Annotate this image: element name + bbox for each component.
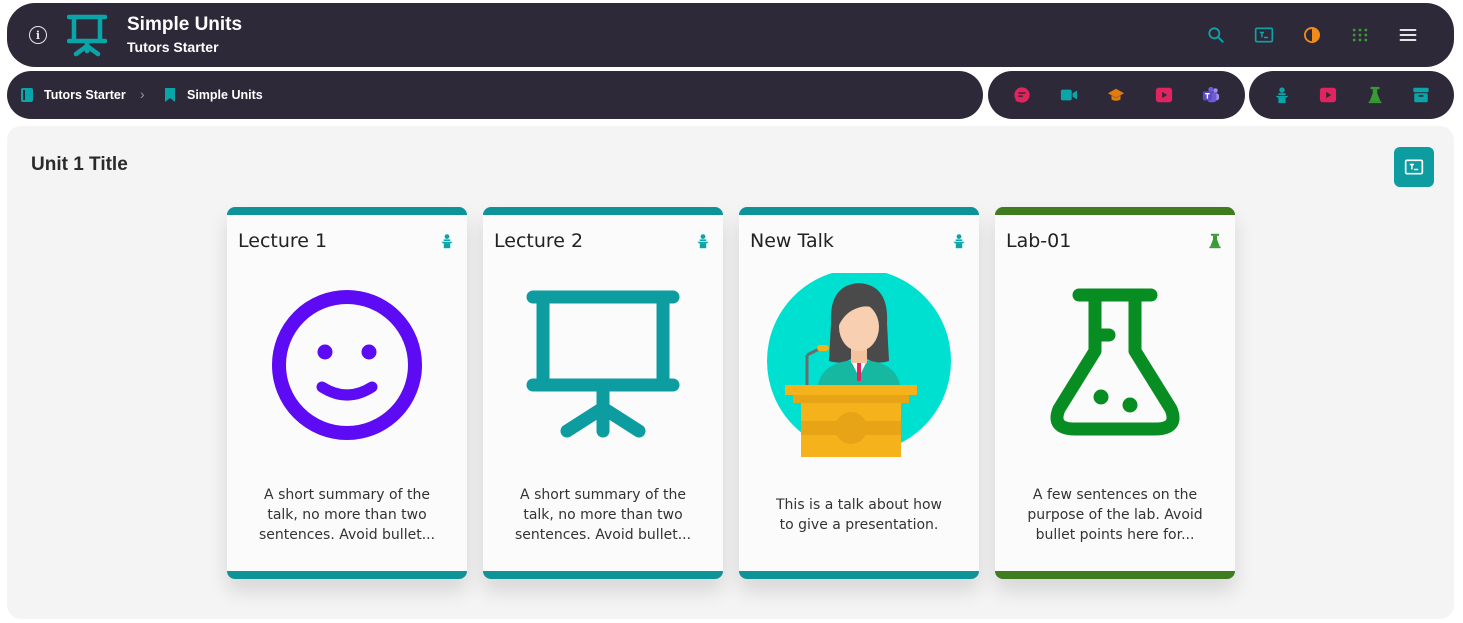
- info-icon[interactable]: i: [29, 26, 47, 44]
- menu-icon[interactable]: [1384, 23, 1432, 47]
- tutors-icon[interactable]: [1240, 23, 1288, 47]
- breadcrumb-label: Simple Units: [187, 88, 263, 102]
- unit-tutors-button[interactable]: [1394, 147, 1434, 187]
- flask-icon: [1015, 273, 1215, 469]
- talk-icon: [953, 234, 965, 249]
- lab-icon: [1209, 233, 1221, 249]
- breadcrumb-separator: ›: [140, 86, 145, 102]
- breadcrumb-item-course[interactable]: Tutors Starter: [19, 71, 126, 119]
- app-subtitle: Tutors Starter: [127, 39, 219, 55]
- teams-icon[interactable]: [1193, 77, 1229, 113]
- video-icon[interactable]: [1051, 77, 1087, 113]
- card-title: Lab-01: [1006, 230, 1072, 252]
- youtube-icon[interactable]: [1146, 77, 1182, 113]
- card-lab-01[interactable]: Lab-01 A few sentences on the purpose of…: [995, 207, 1235, 579]
- card-title: New Talk: [750, 230, 834, 252]
- breadcrumb-label: Tutors Starter: [44, 88, 126, 102]
- card-lecture-1[interactable]: Lecture 1 A short summary of the talk, n…: [227, 207, 467, 579]
- card-description: A few sentences on the purpose of the la…: [1027, 487, 1203, 543]
- app-title: Simple Units: [127, 14, 243, 35]
- smiley-icon: [247, 273, 447, 469]
- tutors-icon: [1404, 159, 1424, 175]
- card-description: A short summary of the talk, no more tha…: [258, 487, 436, 543]
- archive-icon[interactable]: [1403, 77, 1439, 113]
- book-icon: [21, 88, 33, 102]
- search-icon[interactable]: [1192, 23, 1240, 47]
- card-title: Lecture 2: [494, 230, 584, 252]
- speaker-illustration: [759, 273, 959, 469]
- videos-icon[interactable]: [1310, 77, 1346, 113]
- labs-icon[interactable]: [1357, 77, 1393, 113]
- breadcrumb-item-unit[interactable]: Simple Units: [162, 71, 263, 119]
- talks-icon[interactable]: [1264, 77, 1300, 113]
- unit-panel: Unit 1 Title Lecture 1 A short summary o…: [7, 126, 1454, 619]
- presentation-icon: [66, 13, 108, 57]
- theme-toggle-icon[interactable]: [1288, 23, 1336, 47]
- bookmark-icon: [165, 88, 175, 102]
- presentation-icon: [503, 273, 703, 469]
- talk-icon: [697, 234, 709, 249]
- card-new-talk[interactable]: New Talk This is a talk about how to giv…: [739, 207, 979, 579]
- wall-links-bar: [1249, 71, 1454, 119]
- unit-title: Unit 1 Title: [31, 154, 128, 175]
- chat-icon[interactable]: [1004, 77, 1040, 113]
- card-title: Lecture 1: [238, 230, 328, 252]
- card-description: A short summary of the talk, no more tha…: [514, 487, 692, 543]
- breadcrumb: Tutors Starter › Simple Units: [7, 71, 983, 119]
- companions-bar: [988, 71, 1245, 119]
- card-description: This is a talk about how to give a prese…: [776, 497, 942, 533]
- top-navbar: i Simple Units Tutors Starter: [7, 3, 1454, 67]
- header-actions: [1192, 23, 1432, 47]
- talk-icon: [441, 234, 453, 249]
- moodle-icon[interactable]: [1098, 77, 1134, 113]
- card-lecture-2[interactable]: Lecture 2 A short summary of the talk, n…: [483, 207, 723, 579]
- grid-apps-icon[interactable]: [1336, 23, 1384, 47]
